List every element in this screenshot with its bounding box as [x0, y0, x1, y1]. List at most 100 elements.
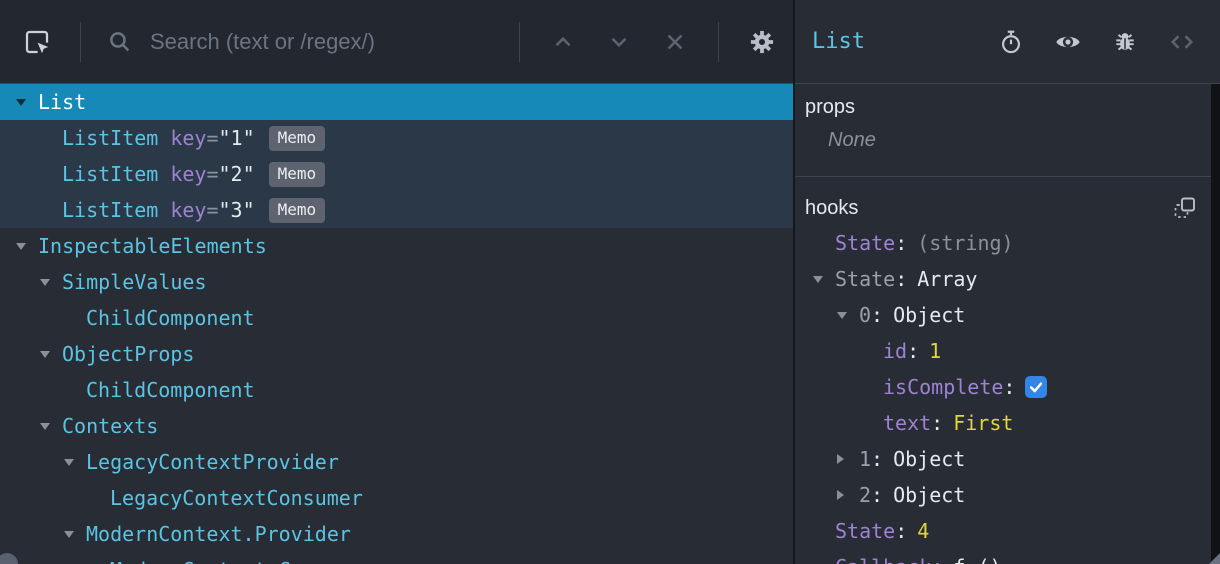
inspected-component-title: List: [812, 29, 865, 54]
expand-arrow[interactable]: [40, 422, 62, 430]
hook-row[interactable]: State:4: [795, 513, 1220, 549]
clear-search-button[interactable]: [658, 25, 692, 59]
hook-value: Array: [917, 267, 978, 291]
tree-row[interactable]: LegacyContextConsumer: [0, 480, 793, 516]
bug-icon: [1112, 29, 1138, 55]
chevron-down-icon: [40, 278, 50, 286]
hook-row[interactable]: Callback: f (): [795, 549, 1220, 564]
props-section: props None: [795, 84, 1220, 177]
tree-row[interactable]: Contexts: [0, 408, 793, 444]
search-nav-group: [546, 25, 692, 59]
resize-grip[interactable]: [1209, 553, 1220, 564]
props-empty-value: None: [828, 129, 876, 151]
hook-name: Callback: [835, 555, 931, 564]
hook-value: Object: [893, 303, 966, 327]
hook-name: 1: [859, 447, 872, 471]
settings-button[interactable]: [745, 25, 779, 59]
next-result-button[interactable]: [602, 25, 636, 59]
expand-arrow[interactable]: [837, 454, 859, 464]
component-name: InspectableElements: [38, 234, 267, 258]
hook-row[interactable]: 0: Object: [795, 297, 1220, 333]
suspense-toggle-button[interactable]: [994, 25, 1028, 59]
tree-row[interactable]: ObjectProps: [0, 336, 793, 372]
expand-arrow[interactable]: [813, 275, 835, 283]
header-icon-group: [994, 25, 1199, 59]
inspect-element-button[interactable]: [20, 25, 54, 59]
expand-arrow[interactable]: [40, 278, 62, 286]
hook-name: 0: [859, 303, 872, 327]
hook-row[interactable]: State: Array: [795, 261, 1220, 297]
key-attribute-value: "1": [218, 126, 255, 150]
key-attribute-name: key: [170, 162, 207, 186]
react-devtools-components-panel: ListListItemkey="1"MemoListItemkey="2"Me…: [0, 0, 1220, 564]
memo-badge: Memo: [268, 197, 326, 223]
chevron-up-icon: [550, 29, 576, 55]
tree-row[interactable]: ChildComponent: [0, 300, 793, 336]
hook-row[interactable]: text: First: [795, 405, 1220, 441]
component-name: ListItem: [62, 126, 159, 150]
props-section-label: props: [805, 96, 856, 118]
hook-row[interactable]: 2: Object: [795, 477, 1220, 513]
chevron-down-icon: [40, 350, 50, 358]
hook-row[interactable]: isComplete:: [795, 369, 1220, 405]
tree-row[interactable]: ModernContext.Consumer: [0, 552, 793, 564]
expand-arrow[interactable]: [40, 350, 62, 358]
chevron-down-icon: [837, 311, 847, 319]
previous-result-button[interactable]: [546, 25, 580, 59]
expand-arrow[interactable]: [16, 98, 38, 106]
hook-name: State: [835, 231, 896, 255]
hook-row[interactable]: id:1: [795, 333, 1220, 369]
tree-row[interactable]: ListItem key = "2" Memo: [0, 156, 793, 192]
key-attribute-name: key: [170, 126, 207, 150]
hook-row[interactable]: 1: Object: [795, 441, 1220, 477]
hook-name: id: [883, 339, 908, 363]
colon: :: [931, 555, 943, 564]
hook-row[interactable]: State: (string): [795, 225, 1220, 261]
equals-sign: =: [206, 126, 219, 150]
colon: :: [1003, 375, 1016, 399]
chevron-down-icon: [40, 422, 50, 430]
checkbox-checked[interactable]: [1025, 376, 1048, 398]
component-name: ModernContext.Provider: [86, 522, 351, 546]
expand-arrow[interactable]: [837, 311, 859, 319]
inspected-element-header: List: [795, 0, 1220, 84]
expand-arrow[interactable]: [64, 530, 86, 538]
log-component-button[interactable]: [1108, 25, 1142, 59]
scrollbar-track[interactable]: [1211, 84, 1220, 564]
tree-row[interactable]: ListItem key = "3" Memo: [0, 192, 793, 228]
tree-row[interactable]: ChildComponent: [0, 372, 793, 408]
hook-name: 2: [859, 483, 872, 507]
view-source-button[interactable]: [1165, 25, 1199, 59]
hooks-tree: State: (string) State: Array 0: Object id:1 isC…: [795, 225, 1220, 564]
hook-name: isComplete: [883, 375, 1004, 399]
parse-hook-names-button[interactable]: [1172, 195, 1198, 221]
chevron-down-icon: [16, 98, 26, 106]
tree-row[interactable]: ModernContext.Provider: [0, 516, 793, 552]
hook-value: First: [953, 411, 1014, 435]
hook-name: State: [835, 519, 896, 543]
hook-value: Object: [893, 483, 966, 507]
colon: :: [895, 267, 908, 291]
key-attribute-value: "2": [218, 162, 255, 186]
tree-row[interactable]: SimpleValues: [0, 264, 793, 300]
colon: :: [871, 303, 884, 327]
expand-arrow[interactable]: [16, 242, 38, 250]
search-icon: [107, 29, 132, 54]
expand-arrow[interactable]: [837, 490, 859, 500]
expand-arrow[interactable]: [64, 458, 86, 466]
hook-value: 1: [929, 339, 942, 363]
hooks-section-header: hooks: [795, 177, 1220, 225]
tree-row[interactable]: LegacyContextProvider: [0, 444, 793, 480]
hook-name: State: [835, 267, 896, 291]
hook-value: f (): [953, 555, 1001, 564]
tree-row[interactable]: ListItem key = "1" Memo: [0, 120, 793, 156]
colon: :: [871, 447, 884, 471]
inspect-dom-button[interactable]: [1051, 25, 1085, 59]
tree-row[interactable]: InspectableElements: [0, 228, 793, 264]
gear-icon: [748, 28, 776, 56]
search-input[interactable]: [150, 28, 493, 55]
chevron-right-icon: [837, 490, 859, 500]
tree-row[interactable]: List: [0, 84, 793, 120]
toolbar-divider: [718, 21, 719, 62]
equals-sign: =: [206, 162, 219, 186]
